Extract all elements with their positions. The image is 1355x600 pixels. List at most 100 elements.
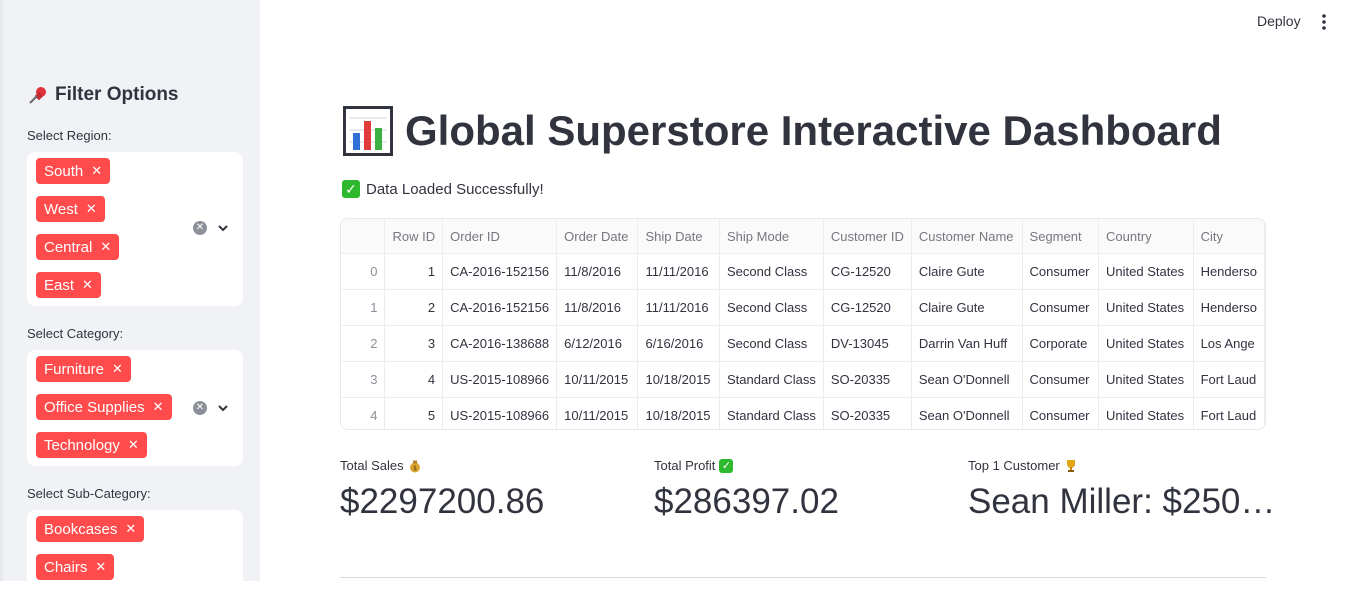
table-cell[interactable]: United States	[1098, 361, 1194, 398]
table-cell[interactable]: United States	[1098, 325, 1194, 362]
column-header[interactable]: Customer Name	[911, 219, 1023, 254]
tag-bookcases[interactable]: Bookcases ✕	[36, 516, 145, 542]
table-cell[interactable]: 2	[384, 289, 444, 326]
row-index[interactable]: 4	[341, 397, 386, 429]
column-header[interactable]	[341, 219, 386, 254]
table-cell[interactable]: 11/8/2016	[556, 253, 639, 290]
table-cell[interactable]: 4	[384, 361, 444, 398]
table-cell[interactable]: Second Class	[719, 253, 824, 290]
remove-tag-icon[interactable]: ✕	[86, 201, 97, 217]
table-cell[interactable]: Sean O'Donnell	[911, 361, 1023, 398]
table-cell[interactable]: Consumer	[1022, 253, 1100, 290]
table-cell[interactable]: Darrin Van Huff	[911, 325, 1023, 362]
table-cell[interactable]: Corporate	[1022, 325, 1100, 362]
table-cell[interactable]: United States	[1098, 253, 1194, 290]
tag-west[interactable]: West ✕	[36, 196, 105, 222]
tag-furniture[interactable]: Furniture ✕	[36, 356, 131, 382]
table-cell[interactable]: 1	[384, 253, 444, 290]
region-multiselect[interactable]: South ✕ West ✕ Central ✕ East ✕ ✕	[27, 152, 243, 306]
table-cell[interactable]: United States	[1098, 289, 1194, 326]
remove-tag-icon[interactable]: ✕	[91, 163, 102, 179]
table-cell[interactable]: 6/16/2016	[637, 325, 720, 362]
table-row[interactable]: 2 3 CA-2016-138688 6/12/2016 6/16/2016 Second…	[341, 325, 1265, 362]
table-cell[interactable]: 3	[384, 325, 444, 362]
table-cell[interactable]: Fort Laud	[1193, 397, 1265, 429]
row-index[interactable]: 3	[341, 361, 386, 398]
column-header[interactable]: Country	[1098, 219, 1194, 254]
table-cell[interactable]: Henderso	[1193, 289, 1265, 326]
table-cell[interactable]: 11/11/2016	[637, 289, 720, 326]
table-cell[interactable]: CA-2016-152156	[442, 289, 558, 326]
table-row[interactable]: 0 1 CA-2016-152156 11/8/2016 11/11/2016 Secon…	[341, 253, 1265, 290]
table-cell[interactable]: Standard Class	[719, 361, 824, 398]
page-title-text: Global Superstore Interactive Dashboard	[405, 107, 1222, 154]
table-cell[interactable]: 10/18/2015	[637, 361, 720, 398]
column-header[interactable]: City	[1193, 219, 1265, 254]
table-cell[interactable]: Claire Gute	[911, 253, 1023, 290]
table-cell[interactable]: Henderso	[1193, 253, 1265, 290]
tag-office-supplies[interactable]: Office Supplies ✕	[36, 394, 172, 420]
tag-chairs[interactable]: Chairs ✕	[36, 554, 115, 580]
table-cell[interactable]: Second Class	[719, 325, 824, 362]
table-cell[interactable]: 11/11/2016	[637, 253, 720, 290]
column-header[interactable]: Customer ID	[823, 219, 912, 254]
deploy-button[interactable]: Deploy	[1257, 13, 1301, 29]
table-cell[interactable]: Consumer	[1022, 289, 1100, 326]
tag-technology[interactable]: Technology ✕	[36, 432, 147, 458]
tag-east[interactable]: East ✕	[36, 272, 101, 298]
clear-all-icon[interactable]: ✕	[193, 221, 207, 235]
subcategory-multiselect[interactable]: Bookcases ✕ Chairs ✕	[27, 510, 243, 600]
column-header[interactable]: Order Date	[556, 219, 639, 254]
remove-tag-icon[interactable]: ✕	[100, 239, 111, 255]
category-multiselect[interactable]: Furniture ✕ Office Supplies ✕ Technology ✕ …	[27, 350, 243, 466]
table-cell[interactable]: Sean O'Donnell	[911, 397, 1023, 429]
table-cell[interactable]: 11/8/2016	[556, 289, 639, 326]
table-cell[interactable]: Los Ange	[1193, 325, 1265, 362]
table-cell[interactable]: Fort Laud	[1193, 361, 1265, 398]
table-row[interactable]: 4 5 US-2015-108966 10/11/2015 10/18/2015 Stan…	[341, 397, 1265, 429]
table-cell[interactable]: 10/11/2015	[556, 361, 639, 398]
clear-all-icon[interactable]: ✕	[193, 401, 207, 415]
column-header[interactable]: Order ID	[442, 219, 558, 254]
row-index[interactable]: 2	[341, 325, 386, 362]
table-row[interactable]: 1 2 CA-2016-152156 11/8/2016 11/11/2016 Secon…	[341, 289, 1265, 326]
chevron-down-icon[interactable]	[217, 402, 229, 414]
table-cell[interactable]: CG-12520	[823, 289, 912, 326]
table-cell[interactable]: 10/11/2015	[556, 397, 639, 429]
remove-tag-icon[interactable]: ✕	[125, 521, 136, 537]
remove-tag-icon[interactable]: ✕	[95, 559, 106, 575]
remove-tag-icon[interactable]: ✕	[128, 437, 139, 453]
column-header[interactable]: Segment	[1022, 219, 1100, 254]
table-cell[interactable]: Claire Gute	[911, 289, 1023, 326]
more-options-icon[interactable]	[1317, 12, 1331, 32]
column-header[interactable]: Ship Date	[637, 219, 720, 254]
tag-south[interactable]: South ✕	[36, 158, 111, 184]
table-cell[interactable]: CA-2016-138688	[442, 325, 558, 362]
row-index[interactable]: 1	[341, 289, 386, 326]
table-cell[interactable]: Consumer	[1022, 397, 1100, 429]
table-cell[interactable]: 5	[384, 397, 444, 429]
data-table[interactable]: Row ID Order ID Order Date Ship Date Shi…	[340, 218, 1266, 430]
table-cell[interactable]: SO-20335	[823, 397, 912, 429]
table-cell[interactable]: SO-20335	[823, 361, 912, 398]
column-header[interactable]: Row ID	[384, 219, 444, 254]
table-cell[interactable]: 10/18/2015	[637, 397, 720, 429]
table-cell[interactable]: Consumer	[1022, 361, 1100, 398]
table-cell[interactable]: CA-2016-152156	[442, 253, 558, 290]
remove-tag-icon[interactable]: ✕	[153, 399, 164, 415]
table-cell[interactable]: US-2015-108966	[442, 397, 558, 429]
tag-central[interactable]: Central ✕	[36, 234, 120, 260]
table-cell[interactable]: Standard Class	[719, 397, 824, 429]
table-cell[interactable]: United States	[1098, 397, 1194, 429]
table-cell[interactable]: 6/12/2016	[556, 325, 639, 362]
remove-tag-icon[interactable]: ✕	[82, 277, 93, 293]
chevron-down-icon[interactable]	[217, 222, 229, 234]
remove-tag-icon[interactable]: ✕	[112, 361, 123, 377]
table-row[interactable]: 3 4 US-2015-108966 10/11/2015 10/18/2015 Stan…	[341, 361, 1265, 398]
table-cell[interactable]: DV-13045	[823, 325, 912, 362]
table-cell[interactable]: US-2015-108966	[442, 361, 558, 398]
table-cell[interactable]: CG-12520	[823, 253, 912, 290]
row-index[interactable]: 0	[341, 253, 386, 290]
table-cell[interactable]: Second Class	[719, 289, 824, 326]
column-header[interactable]: Ship Mode	[719, 219, 824, 254]
